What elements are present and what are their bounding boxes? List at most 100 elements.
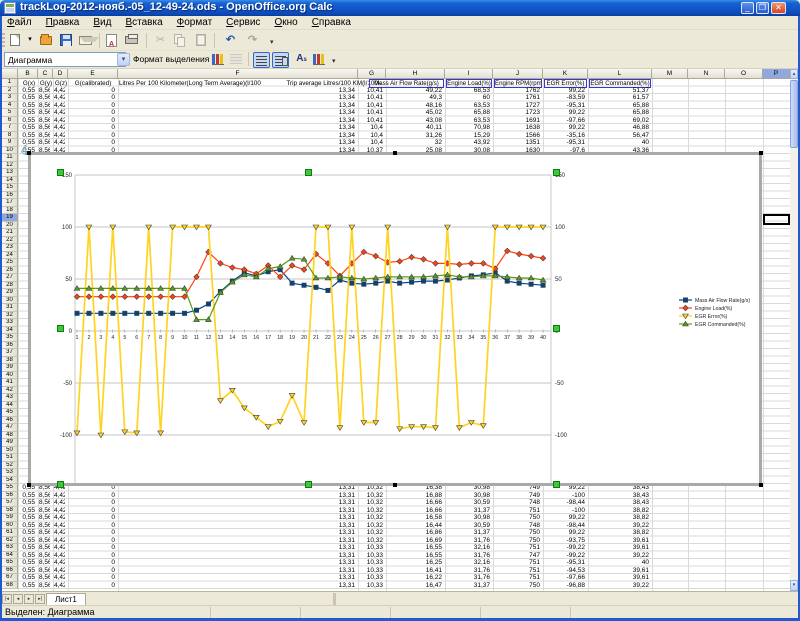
cell-C6[interactable]: 8,56 [39,117,50,125]
cell-K64[interactable]: -99,22 [544,552,585,560]
column-header-I[interactable]: I [445,69,493,79]
row-header-31[interactable]: 31 [2,304,18,312]
cell-E4[interactable]: 0 [69,102,115,110]
cell-K67[interactable]: -97,66 [544,574,585,582]
toolbar-grip[interactable] [2,33,5,47]
cell-F59[interactable]: 13,31 [119,514,355,522]
scroll-up-icon[interactable]: ▴ [790,69,798,79]
cell-G63[interactable]: 10,33 [359,544,383,552]
cell-J8[interactable]: 1566 [494,132,540,140]
cell-L9[interactable]: 40 [589,139,649,147]
cell-I66[interactable]: 31,76 [446,567,490,575]
cell-J67[interactable]: 751 [494,574,540,582]
cell-H6[interactable]: 43,08 [387,117,442,125]
row-header-40[interactable]: 40 [2,372,18,380]
cell-L58[interactable]: 38,82 [589,507,649,515]
row-header-3[interactable]: 3 [2,94,18,102]
restore-button[interactable]: ❐ [756,2,769,14]
horizontal-grids-toggle[interactable] [253,52,270,68]
cell-B6[interactable]: 0,55 [19,117,35,125]
cell-B65[interactable]: 0,55 [19,559,35,567]
export-pdf-icon[interactable] [104,32,121,49]
cell-I65[interactable]: 32,16 [446,559,490,567]
close-button[interactable]: ✕ [771,2,786,14]
cell-F57[interactable]: 13,31 [119,499,355,507]
cell-K2[interactable]: 99,22 [544,87,585,95]
cell-L63[interactable]: 39,61 [589,544,649,552]
cell-D4[interactable]: 4,42 [54,102,65,110]
scroll-down-icon[interactable]: ▾ [790,580,798,591]
column-header-G[interactable]: G [358,69,386,79]
cell-L68[interactable]: 39,22 [589,582,649,590]
cell-H5[interactable]: 45,02 [387,109,442,117]
row-header-2[interactable]: 2 [2,87,18,95]
cell-B63[interactable]: 0,55 [19,544,35,552]
cell-B2[interactable]: 0,55 [19,87,35,95]
row-header-17[interactable]: 17 [2,199,18,207]
legend-toggle[interactable] [272,52,289,68]
cell-K58[interactable]: -100 [544,507,585,515]
cell-F63[interactable]: 13,31 [119,544,355,552]
cell-E62[interactable]: 0 [69,537,115,545]
cell-B3[interactable]: 0,55 [19,94,35,102]
cell-D6[interactable]: 4,42 [54,117,65,125]
cell-G58[interactable]: 10,32 [359,507,383,515]
row-header-29[interactable]: 29 [2,289,18,297]
row-header-45[interactable]: 45 [2,409,18,417]
cell-I61[interactable]: 31,37 [446,529,490,537]
cell-C2[interactable]: 8,56 [39,87,50,95]
toolbar-overflow-icon[interactable]: ▾ [270,38,274,46]
cell-B67[interactable]: 0,55 [19,574,35,582]
cell-J65[interactable]: 751 [494,559,540,567]
cell-C8[interactable]: 8,56 [39,132,50,140]
cell-D59[interactable]: 4,42 [54,514,65,522]
cell-J66[interactable]: 751 [494,567,540,575]
cell-J6[interactable]: 1691 [494,117,540,125]
cell-B58[interactable]: 0,55 [19,507,35,515]
row-header-1[interactable]: 1 [2,79,18,87]
cell-E59[interactable]: 0 [69,514,115,522]
title-bar[interactable]: trackLog-2012-нояб.-05_12-49-24.ods - Op… [0,0,800,16]
cell-D2[interactable]: 4,42 [54,87,65,95]
cell-C3[interactable]: 8,56 [39,94,50,102]
cell-J64[interactable]: 747 [494,552,540,560]
cell-L5[interactable]: 65,88 [589,109,649,117]
cell-D7[interactable]: 4,42 [54,124,65,132]
cell-B59[interactable]: 0,55 [19,514,35,522]
format-selection-button[interactable]: Формат выделения [133,54,209,64]
cell-I68[interactable]: 31,37 [446,582,490,590]
column-header-E[interactable]: E [68,69,118,79]
row-header-46[interactable]: 46 [2,417,18,425]
cell-G9[interactable]: 10,4 [359,139,383,147]
cell-F58[interactable]: 13,31 [119,507,355,515]
cell-K9[interactable]: -95,31 [544,139,585,147]
cell-E57[interactable]: 0 [69,499,115,507]
cell-C67[interactable]: 8,56 [39,574,50,582]
cell-I57[interactable]: 30,59 [446,499,490,507]
cell-I59[interactable]: 30,98 [446,514,490,522]
cell-H65[interactable]: 16,25 [387,559,442,567]
row-header-34[interactable]: 34 [2,327,18,335]
column-header-K[interactable]: K [543,69,588,79]
cell-H57[interactable]: 16,66 [387,499,442,507]
row-header-35[interactable]: 35 [2,334,18,342]
column-header-D[interactable]: D [53,69,68,79]
column-header-L[interactable]: L [588,69,652,79]
undo-icon[interactable]: ↶ [222,32,239,49]
sheet-tab[interactable]: Лист1 [46,593,86,605]
cell-K61[interactable]: 99,22 [544,529,585,537]
row-header-28[interactable]: 28 [2,282,18,290]
cell-K7[interactable]: 99,22 [544,124,585,132]
open-icon[interactable] [38,32,55,49]
minimize-button[interactable]: _ [741,2,754,14]
cell-D3[interactable]: 4,42 [54,94,65,102]
cell-K65[interactable]: -95,31 [544,559,585,567]
cell-L8[interactable]: 56,47 [589,132,649,140]
row-header-9[interactable]: 9 [2,139,18,147]
column-header-C[interactable]: C [38,69,53,79]
cell-L60[interactable]: 39,22 [589,522,649,530]
cell-I6[interactable]: 63,53 [446,117,490,125]
cell-J61[interactable]: 750 [494,529,540,537]
cell-J2[interactable]: 1762 [494,87,540,95]
tab-last-icon[interactable]: ▸| [35,594,45,604]
